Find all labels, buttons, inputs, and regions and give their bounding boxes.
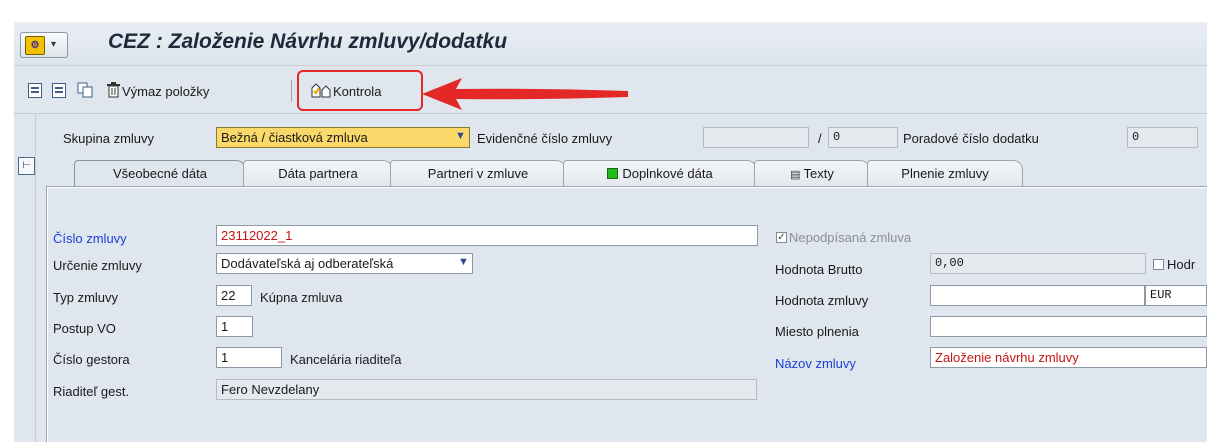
contract-purpose-value: Dodávateľská aj odberateľská [221, 256, 394, 271]
guarantor-number-label: Číslo gestora [53, 352, 130, 367]
contract-purpose-label: Určenie zmluvy [53, 258, 142, 273]
guarantor-number-field[interactable]: 1 [216, 347, 282, 368]
tab-label: Doplnkové dáta [622, 166, 713, 181]
red-arrow-annotation [422, 78, 628, 110]
texts-icon: ▤ [790, 169, 801, 181]
save-icon[interactable] [28, 83, 42, 98]
contract-type-code-field[interactable]: 22 [216, 285, 252, 306]
unsigned-checkbox[interactable]: ✓ [776, 232, 787, 243]
tab-label: Partneri v zmluve [427, 166, 529, 181]
contract-type-label: Typ zmluvy [53, 290, 119, 305]
registry-slash: / [818, 131, 822, 146]
director-field: Fero Nevzdelany [216, 379, 757, 400]
chevron-down-icon: ▾ [51, 39, 57, 50]
dropdown-arrow-icon[interactable]: ▼ [455, 130, 466, 142]
contract-type-text: Kúpna zmluva [260, 290, 343, 305]
contract-number-label: Číslo zmluvy [53, 231, 127, 246]
dropdown-arrow-icon[interactable]: ▼ [458, 256, 469, 268]
sap-menu-button[interactable]: ⚙ ▾ [20, 32, 68, 58]
gross-checkbox[interactable] [1153, 259, 1164, 270]
amendment-number-field[interactable]: 0 [1127, 127, 1198, 148]
contract-value-label: Hodnota zmluvy [775, 293, 869, 308]
copy-icon[interactable] [77, 82, 93, 98]
registry-suffix-field[interactable]: 0 [828, 127, 898, 148]
guarantor-text: Kancelária riaditeľa [290, 352, 402, 367]
contract-purpose-select[interactable]: Dodávateľská aj odberateľská [216, 253, 473, 274]
amendment-number-label: Poradové číslo dodatku [903, 131, 1039, 146]
procedure-label: Postup VO [53, 321, 116, 336]
contract-number-field[interactable]: 23112022_1 [216, 225, 758, 246]
tab-contract-performance[interactable]: Plnenie zmluvy [867, 160, 1023, 186]
tab-general-data[interactable]: Všeobecné dáta [74, 160, 246, 186]
contract-name-label: Názov zmluvy [775, 356, 856, 371]
tab-label: Všeobecné dáta [113, 166, 207, 181]
procedure-field[interactable]: 1 [216, 316, 253, 337]
tab-partner-data[interactable]: Dáta partnera [243, 160, 393, 186]
gross-value-field: 0,00 [930, 253, 1146, 274]
place-label: Miesto plnenia [775, 324, 859, 339]
place-field[interactable] [930, 316, 1207, 337]
contract-group-value: Bežná / čiastková zmluva [221, 130, 368, 145]
tab-additional-data[interactable]: Doplnkové dáta [563, 160, 757, 186]
tab-label: Texty [803, 166, 834, 181]
green-square-icon [607, 168, 619, 179]
registry-number-field[interactable] [703, 127, 809, 148]
gross-checkbox-label: Hodr [1167, 257, 1196, 272]
unsigned-label: Nepodpísaná zmluva [789, 230, 912, 245]
page-title: CEZ : Založenie Návrhu zmluvy/dodatku [108, 30, 508, 53]
detail-icon[interactable] [52, 83, 66, 98]
trash-icon[interactable] [106, 82, 121, 98]
sap-menu-icon: ⚙ [25, 36, 45, 55]
contract-name-field[interactable]: Založenie návrhu zmluvy [930, 347, 1207, 368]
tab-partners-in-contract[interactable]: Partneri v zmluve [390, 160, 566, 186]
delete-item-button[interactable]: Výmaz položky [122, 84, 209, 99]
registry-number-label: Evidenčné číslo zmluvy [477, 131, 613, 146]
tab-label: Dáta partnera [278, 166, 358, 181]
gross-value-label: Hodnota Brutto [775, 262, 863, 277]
contract-group-label: Skupina zmluvy [63, 131, 155, 146]
tab-texts[interactable]: ▤ Texty [754, 160, 870, 186]
check-highlight-box [297, 70, 423, 111]
tab-strip: Všeobecné dáta Dáta partnera Partneri v … [36, 160, 1207, 186]
contract-value-field[interactable] [930, 285, 1145, 306]
toolbar-separator [291, 80, 292, 102]
currency-field[interactable]: EUR [1145, 285, 1207, 306]
tab-label: Plnenie zmluvy [901, 166, 989, 181]
director-label: Riaditeľ gest. [53, 384, 130, 399]
side-toggle-icon[interactable]: ⊢ [18, 157, 35, 175]
contract-group-select[interactable]: Bežná / čiastková zmluva [216, 127, 470, 148]
